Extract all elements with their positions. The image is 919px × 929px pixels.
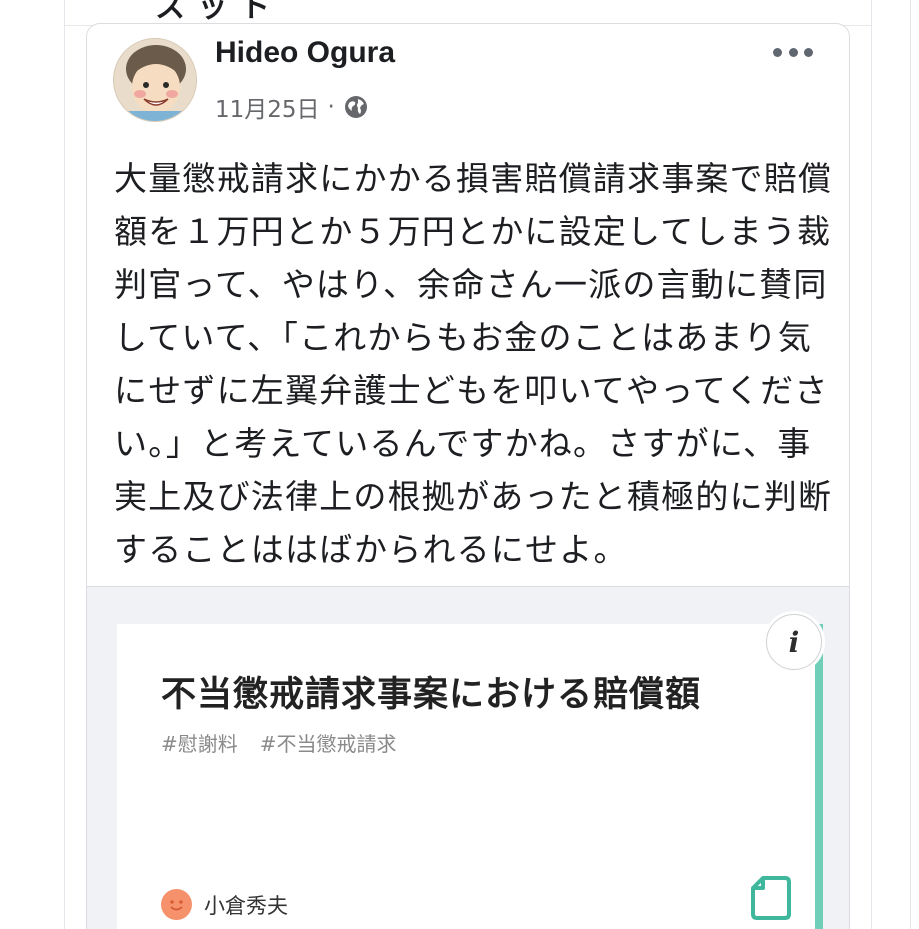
tag-item[interactable]: #不当懲戒請求 bbox=[260, 728, 397, 757]
tag-item[interactable]: #慰謝料 bbox=[161, 728, 238, 757]
post-card: Hideo Ogura 11月25日 · 大量懲戒請求にかかる損害賠償請求事案で… bbox=[86, 23, 850, 929]
globe-icon[interactable] bbox=[343, 94, 369, 120]
post-meta: 11月25日 · bbox=[215, 90, 369, 124]
meta-separator: · bbox=[327, 94, 335, 120]
link-preview-author: 小倉秀夫 bbox=[161, 889, 288, 920]
post-author-name[interactable]: Hideo Ogura bbox=[215, 36, 395, 70]
link-preview-title[interactable]: 不当懲戒請求事案における賠償額 bbox=[161, 666, 701, 717]
author-avatar-icon bbox=[161, 889, 192, 920]
avatar-icon bbox=[114, 39, 196, 121]
more-options-icon bbox=[788, 47, 798, 57]
link-preview[interactable]: 不当懲戒請求事案における賠償額 #慰謝料 #不当懲戒請求 小倉秀夫 i bbox=[87, 586, 849, 929]
avatar[interactable] bbox=[113, 38, 197, 122]
link-preview-author-name: 小倉秀夫 bbox=[204, 893, 288, 918]
note-document-icon bbox=[749, 874, 793, 922]
accent-bar bbox=[815, 624, 823, 929]
adjacent-panel-edge bbox=[910, 0, 919, 929]
info-icon: i bbox=[788, 625, 800, 659]
more-options-button[interactable] bbox=[773, 38, 813, 66]
link-preview-tags: #慰謝料 #不当懲戒請求 bbox=[161, 728, 397, 757]
more-options-icon bbox=[804, 47, 813, 57]
info-button[interactable]: i bbox=[766, 614, 822, 670]
link-preview-card[interactable]: 不当懲戒請求事案における賠償額 #慰謝料 #不当懲戒請求 小倉秀夫 bbox=[117, 624, 823, 929]
more-options-icon bbox=[773, 47, 782, 57]
post-body-text: 大量懲戒請求にかかる損害賠償請求事案で賠償 額を１万円とか５万円とかに設定してし… bbox=[114, 159, 833, 569]
post-date[interactable]: 11月25日 bbox=[215, 90, 320, 124]
